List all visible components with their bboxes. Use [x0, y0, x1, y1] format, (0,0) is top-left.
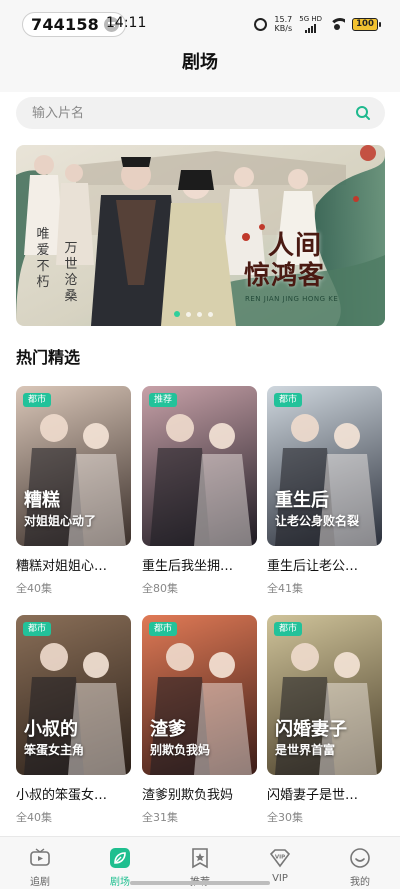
net-speed-value: 15.7	[274, 15, 293, 24]
search-icon[interactable]	[355, 105, 371, 121]
episode-count: 全40集	[16, 582, 52, 595]
drama-title[interactable]: 重生后让老公…	[267, 555, 382, 574]
page-title: 剧场	[182, 52, 218, 73]
poster-title-text: 糟糕	[24, 490, 60, 511]
poster-title-text: 小叔的	[24, 719, 78, 740]
carousel-dot[interactable]	[197, 311, 202, 317]
poster-subtitle-text: 对姐姐心动了	[24, 514, 97, 528]
drama-poster[interactable]: 都市 渣爹 别欺负我妈	[142, 615, 257, 775]
drama-card[interactable]: 推荐重生后我坐拥… 全80集	[142, 386, 257, 596]
drama-poster[interactable]: 都市闪婚妻子是世界首富	[267, 615, 382, 775]
nav-label-tracking: 追剧	[30, 877, 50, 888]
banner-title-line1: 人间	[268, 231, 323, 261]
category-tag: 都市	[23, 622, 52, 636]
vip-diamond-icon: VIP	[269, 849, 291, 868]
poster-subtitle-text: 笨蛋女主角	[24, 743, 85, 757]
drama-card[interactable]: 都市小叔的笨蛋女主角小叔的笨蛋女… 全40集	[16, 615, 131, 825]
category-tag: 推荐	[149, 393, 178, 407]
banner-subtitle: REN JIAN JING HONG KE	[245, 295, 339, 303]
carousel-dot[interactable]	[174, 311, 180, 317]
drama-poster[interactable]: 都市糟糕对姐姐心动了	[16, 386, 131, 546]
badge-number: 744158	[31, 15, 99, 34]
clock: 14:11	[106, 15, 147, 31]
home-indicator	[130, 881, 270, 885]
banner-slogan-left: 唯爱不朽	[36, 227, 50, 290]
banner-title: 人间 惊鸿客	[244, 231, 325, 291]
drama-poster[interactable]: 都市重生后让老公身败名裂	[267, 386, 382, 546]
cell-signal-icon: 5G HD	[299, 14, 322, 33]
tv-icon	[30, 848, 50, 866]
drama-title[interactable]: 重生后我坐拥…	[142, 555, 257, 574]
drama-title[interactable]: 糟糕对姐姐心…	[16, 555, 131, 574]
episode-count: 全80集	[142, 582, 178, 595]
recommend-star-icon	[192, 848, 208, 869]
poster-title-text: 重生后	[275, 490, 329, 511]
episode-count: 全30集	[267, 811, 303, 824]
drama-title[interactable]: 小叔的笨蛋女…	[16, 784, 131, 803]
drama-poster[interactable]: 推荐	[142, 386, 257, 546]
svg-text:VIP: VIP	[275, 855, 285, 861]
signal-label: 5G HD	[299, 14, 322, 23]
banner-slogan-right: 万世沧桑	[64, 241, 78, 304]
featured-banner[interactable]: 唯爱不朽 万世沧桑 人间 惊鸿客 REN JIAN JING HONG KE	[16, 145, 385, 326]
nav-item-tracking[interactable]: 追剧	[5, 837, 75, 889]
episode-count: 全40集	[16, 811, 52, 824]
nav-label-vip: VIP	[272, 873, 288, 884]
episode-count: 全41集	[267, 582, 303, 595]
search-input[interactable]	[16, 97, 316, 129]
category-tag: 都市	[274, 622, 303, 636]
poster-artwork	[150, 414, 252, 546]
nav-label-theater: 剧场	[110, 877, 130, 888]
search-bar[interactable]	[16, 97, 385, 129]
poster-subtitle-text: 是世界首富	[275, 743, 336, 757]
carousel-dots[interactable]	[174, 311, 213, 317]
net-speed: 15.7 KB/s	[274, 15, 292, 33]
drama-card[interactable]: 都市糟糕对姐姐心动了糟糕对姐姐心… 全40集	[16, 386, 131, 596]
poster-title-text: 闪婚妻子	[275, 719, 347, 740]
carousel-dot[interactable]	[208, 311, 213, 317]
section-title: 热门精选	[16, 348, 81, 367]
category-tag: 都市	[23, 393, 52, 407]
net-speed-unit: KB/s	[274, 24, 293, 33]
drama-card[interactable]: 都市重生后让老公身败名裂重生后让老公… 全41集	[267, 386, 382, 596]
drama-card[interactable]: 都市 渣爹 别欺负我妈 渣爹别欺负我妈 全31集	[142, 615, 257, 825]
poster-subtitle-text: 别欺负我妈	[150, 743, 211, 757]
nav-item-profile[interactable]: 我的	[325, 837, 395, 889]
carousel-dot[interactable]	[186, 311, 191, 317]
drama-title[interactable]: 渣爹别欺负我妈	[142, 784, 257, 803]
status-icons: 15.7 KB/s 5G HD 100	[254, 13, 381, 35]
drama-card[interactable]: 都市闪婚妻子是世界首富闪婚妻子是世… 全30集	[267, 615, 382, 825]
status-bar: 744158 14:11 15.7 KB/s 5G HD 100	[0, 0, 400, 46]
nav-label-profile: 我的	[350, 877, 370, 888]
poster-subtitle-text: 让老公身败名裂	[275, 514, 360, 528]
drama-poster[interactable]: 都市小叔的笨蛋女主角	[16, 615, 131, 775]
category-tag: 都市	[149, 622, 178, 636]
theater-leaf-icon	[110, 848, 130, 868]
category-tag: 都市	[274, 393, 303, 407]
banner-title-line2: 惊鸿客	[244, 261, 326, 291]
poster-title-text: 渣爹	[150, 719, 186, 740]
alarm-icon	[254, 17, 268, 31]
episode-count: 全31集	[142, 811, 178, 824]
drama-title[interactable]: 闪婚妻子是世…	[267, 784, 382, 803]
battery-icon: 100	[352, 17, 381, 31]
wifi-icon	[329, 18, 345, 30]
profile-smile-icon	[350, 848, 370, 868]
